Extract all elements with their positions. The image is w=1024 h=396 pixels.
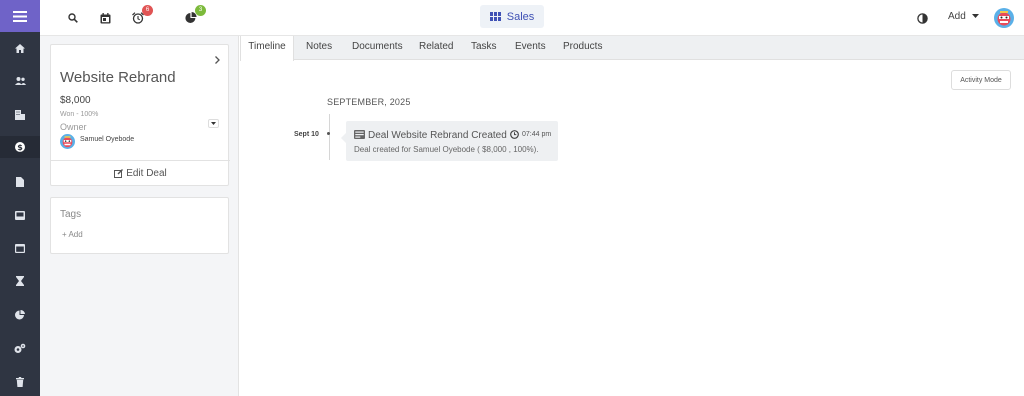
- deal-card: Website Rebrand $8,000 Won - 100% Owner …: [50, 44, 230, 186]
- search-button[interactable]: [65, 10, 81, 26]
- calendar-button[interactable]: [97, 10, 113, 26]
- tags-label: Tags: [60, 209, 82, 220]
- hourglass-icon: [16, 276, 24, 286]
- avatar-image: [994, 8, 1014, 28]
- deal-title: Website Rebrand: [60, 69, 176, 86]
- inbox-icon: [15, 210, 25, 220]
- user-avatar[interactable]: [994, 8, 1014, 28]
- add-dropdown[interactable]: Add: [948, 11, 979, 22]
- calendar-icon: [15, 244, 25, 253]
- deal-status: Won - 100%: [60, 111, 99, 118]
- tab-bar: Timeline Notes Documents Related Tasks E…: [240, 36, 1024, 61]
- reminders-button[interactable]: 6: [130, 5, 153, 26]
- tab-events[interactable]: Events: [515, 36, 546, 60]
- timeline-event-time: 07:44 pm: [522, 131, 552, 138]
- menu-toggle-button[interactable]: [0, 0, 40, 32]
- left-sidebar: $: [0, 0, 40, 396]
- timeline-month-heading: SEPTEMBER, 2025: [327, 97, 411, 107]
- clock-icon: [510, 130, 519, 139]
- tab-notes[interactable]: Notes: [306, 36, 332, 60]
- sidebar-item-settings[interactable]: [0, 337, 40, 359]
- plus-icon: +: [62, 230, 67, 239]
- contrast-icon: [916, 12, 928, 24]
- sidebar-item-inbox[interactable]: [0, 204, 40, 226]
- home-icon: [15, 43, 25, 53]
- search-icon: [68, 13, 78, 23]
- timeline-event-description: Deal created for Samuel Oyebode ( $8,000…: [354, 145, 539, 154]
- deal-amount: $8,000: [60, 95, 91, 106]
- trash-icon: [16, 377, 24, 387]
- contacts-icon: [14, 77, 26, 85]
- theme-toggle-button[interactable]: [914, 10, 930, 26]
- settings-icon: [14, 343, 26, 353]
- sidebar-item-companies[interactable]: [0, 104, 40, 126]
- tab-products[interactable]: Products: [563, 36, 602, 60]
- tab-tasks[interactable]: Tasks: [471, 36, 497, 60]
- reports-icon: [15, 310, 25, 320]
- sidebar-item-deals[interactable]: $: [0, 136, 40, 158]
- money-icon: [354, 130, 365, 139]
- sidebar-item-contacts[interactable]: [0, 70, 40, 92]
- owner-label: Owner: [60, 122, 87, 132]
- calendar-check-icon: [100, 12, 110, 23]
- app-switcher-label: Sales: [506, 10, 535, 23]
- add-tag-label: Add: [68, 230, 83, 239]
- timeline-dot: [327, 132, 330, 135]
- caret-down-icon: [211, 122, 216, 125]
- edit-deal-label: Edit Deal: [126, 168, 167, 179]
- tags-card: Tags + Add: [50, 197, 229, 254]
- activity-mode-button[interactable]: Activity Mode: [951, 70, 1011, 90]
- timeline-event-title: Deal Website Rebrand Created: [368, 130, 507, 141]
- sidebar-item-timer[interactable]: [0, 270, 40, 292]
- sidebar-item-reports[interactable]: [0, 304, 40, 326]
- top-bar: 6 3 Sales Add: [40, 0, 1024, 36]
- deal-summary-panel: Website Rebrand $8,000 Won - 100% Owner …: [40, 36, 239, 396]
- chevron-right-icon[interactable]: [215, 56, 220, 64]
- tab-related[interactable]: Related: [419, 36, 453, 60]
- reminders-count-badge: 6: [142, 5, 153, 16]
- edit-icon: [114, 169, 124, 178]
- owner-name[interactable]: Samuel Oyebode: [80, 136, 134, 143]
- grid-icon: [489, 12, 501, 21]
- app-switcher-button[interactable]: Sales: [480, 5, 544, 28]
- deal-detail-panel: Timeline Notes Documents Related Tasks E…: [240, 36, 1024, 396]
- caret-down-icon: [971, 14, 979, 19]
- sidebar-item-documents[interactable]: [0, 171, 40, 193]
- documents-icon: [16, 177, 24, 187]
- add-tag-button[interactable]: + Add: [62, 230, 83, 239]
- edit-deal-button[interactable]: Edit Deal: [51, 160, 230, 186]
- companies-icon: [15, 110, 25, 120]
- activity-button[interactable]: 3: [183, 5, 206, 26]
- tab-documents[interactable]: Documents: [352, 36, 403, 60]
- deal-status-dropdown[interactable]: [208, 119, 219, 128]
- add-label: Add: [948, 11, 966, 22]
- deals-icon: $: [15, 142, 25, 152]
- timeline-event[interactable]: Deal Website Rebrand Created 07:44 pm De…: [341, 121, 558, 161]
- avatar-image: [60, 134, 75, 149]
- owner-avatar: [60, 134, 75, 149]
- timeline-event-date: Sept 10: [294, 131, 319, 138]
- sidebar-item-trash[interactable]: [0, 371, 40, 393]
- sidebar-item-calendar[interactable]: [0, 237, 40, 259]
- timeline-line: [329, 114, 330, 160]
- activity-count-badge: 3: [195, 5, 206, 16]
- hamburger-icon: [13, 10, 27, 22]
- tab-timeline[interactable]: Timeline: [240, 36, 294, 61]
- svg-text:$: $: [17, 143, 23, 152]
- sidebar-item-home[interactable]: [0, 37, 40, 59]
